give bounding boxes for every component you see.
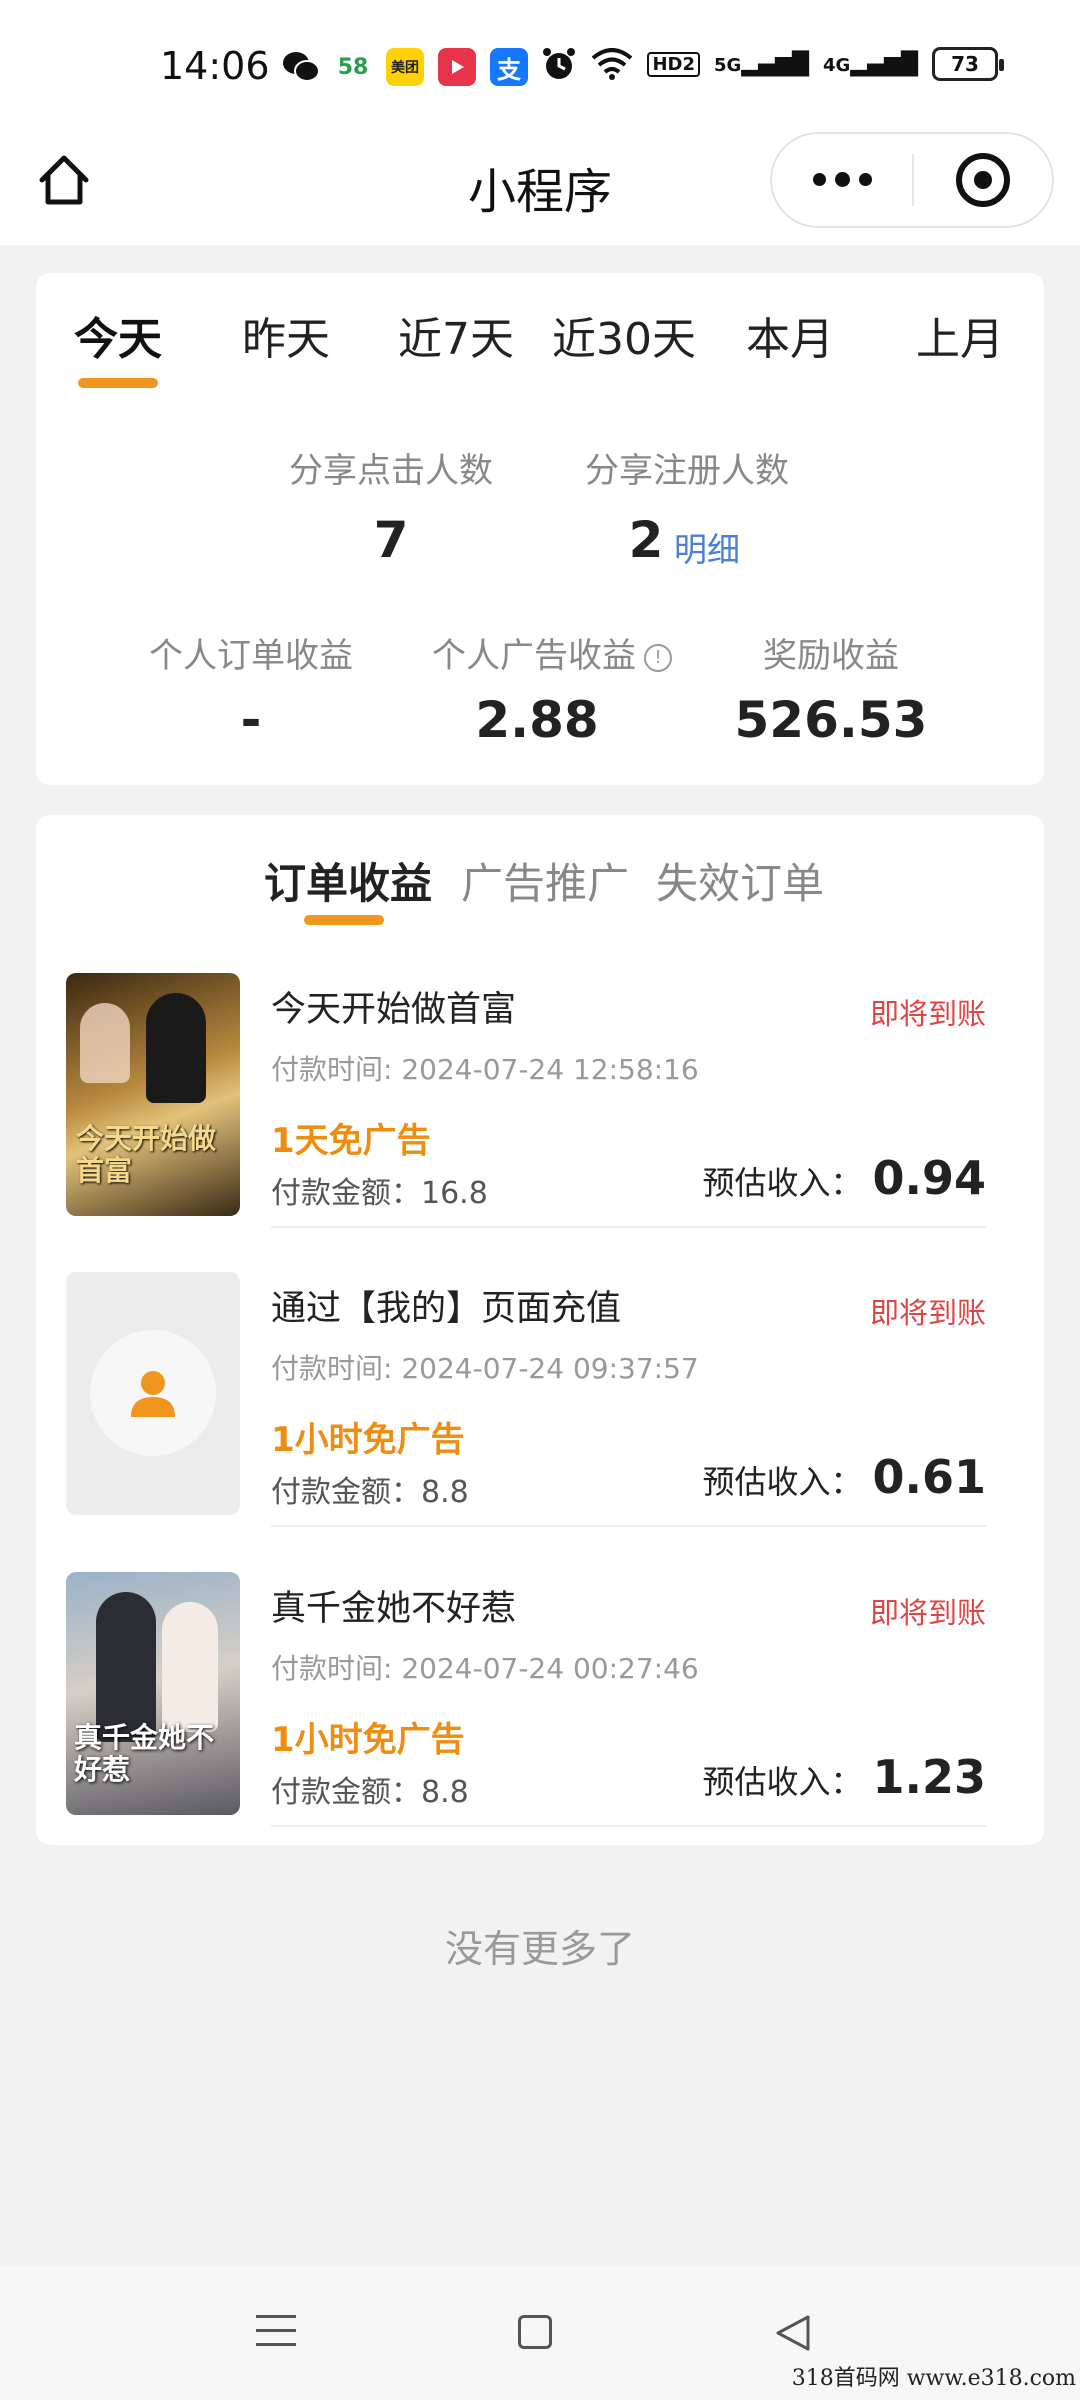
order-item[interactable]: 真千金她不好惹 真千金她不好惹 即将到账 付款时间: 2024-07-24 00…	[66, 1572, 1016, 1842]
order-income: 预估收入： 1.23	[702, 1750, 986, 1804]
order-tag: 1小时免广告	[271, 1720, 465, 1760]
more-options-icon[interactable]	[772, 172, 912, 187]
order-item[interactable]: 今天开始做首富 今天开始做首富 即将到账 付款时间: 2024-07-24 12…	[66, 973, 1016, 1243]
tab-7-days[interactable]: 近7天	[398, 303, 514, 367]
order-title: 今天开始做首富	[271, 990, 517, 1030]
tab-30-days[interactable]: 近30天	[552, 303, 696, 367]
reward-income-label: 奖励收益	[763, 636, 899, 676]
order-tag: 1天免广告	[271, 1121, 431, 1161]
close-mini-program-button[interactable]	[914, 153, 1052, 207]
ad-income-label: 个人广告收益!	[412, 628, 692, 677]
tab-today[interactable]: 今天	[74, 303, 162, 367]
status-right-icons: HD2 5G▂▄▆█ 4G▂▄▆█ 73	[541, 46, 1004, 82]
share-click-label: 分享点击人数	[289, 451, 493, 491]
order-income: 预估收入： 0.61	[702, 1450, 986, 1504]
tab-this-month[interactable]: 本月	[746, 303, 834, 367]
tab-ad-promotion[interactable]: 广告推广	[461, 850, 629, 911]
orders-card: 订单收益 广告推广 失效订单 今天开始做首富 今天开始做首富 即将到账 付款时间…	[36, 815, 1044, 1845]
tab-active-indicator	[78, 378, 158, 388]
tab-last-month[interactable]: 上月	[916, 303, 1004, 367]
order-amount: 付款金额：8.8	[271, 1775, 469, 1810]
share-register-label: 分享注册人数	[585, 451, 789, 491]
order-income-value: -	[240, 691, 262, 749]
cover-title-art: 真千金她不好惹	[74, 1721, 215, 1786]
status-bar: 14:06 58 美团 支 HD2 5G▂▄▆█ 4G▂▄▆█ 73	[0, 0, 1080, 130]
alipay-icon: 支	[490, 48, 528, 86]
order-time: 付款时间: 2024-07-24 12:58:16	[271, 1053, 699, 1086]
58-icon: 58	[334, 48, 372, 86]
order-divider	[271, 1226, 986, 1228]
order-amount: 付款金额：16.8	[271, 1176, 488, 1211]
battery-icon: 73	[932, 47, 1004, 81]
back-icon[interactable]	[774, 2313, 812, 2357]
status-app-icons: 58 美团 支	[282, 48, 528, 86]
tab-yesterday[interactable]: 昨天	[242, 303, 330, 367]
ad-income-value: 2.88	[475, 691, 599, 749]
default-avatar-image	[66, 1272, 240, 1515]
stats-card: 今天 昨天 近7天 近30天 本月 上月 分享点击人数 7 分享注册人数 2 明…	[36, 273, 1044, 785]
signal-4g-icon: 4G▂▄▆█	[823, 51, 918, 77]
user-icon	[90, 1330, 216, 1456]
watermark: 318首码网 www.e318.com	[791, 2366, 1076, 2391]
wechat-icon	[282, 48, 320, 86]
order-status: 即将到账	[869, 1296, 986, 1330]
video-icon	[438, 48, 476, 86]
wifi-icon	[592, 48, 633, 80]
order-status: 即将到账	[869, 1596, 986, 1630]
order-time: 付款时间: 2024-07-24 00:27:46	[271, 1652, 699, 1685]
capsule-menu	[770, 132, 1054, 228]
status-time: 14:06	[160, 44, 270, 88]
home-button-icon[interactable]	[518, 2315, 552, 2349]
order-status: 即将到账	[869, 997, 986, 1031]
no-more-text: 没有更多了	[444, 1927, 635, 1971]
tab-invalid-orders[interactable]: 失效订单	[656, 850, 824, 911]
drama-cover-image: 今天开始做首富	[66, 973, 240, 1216]
signal-5g-icon: 5G▂▄▆█	[714, 51, 809, 77]
cover-title-art: 今天开始做首富	[76, 1122, 217, 1187]
target-icon	[956, 153, 1010, 207]
order-divider	[271, 1525, 986, 1527]
reward-income-value: 526.53	[734, 691, 928, 749]
mini-program-navbar: 小程序	[0, 130, 1080, 245]
info-icon[interactable]: !	[644, 643, 672, 672]
order-time: 付款时间: 2024-07-24 09:37:57	[271, 1352, 699, 1385]
drama-cover-image: 真千金她不好惹	[66, 1572, 240, 1815]
order-item[interactable]: 通过【我的】页面充值 即将到账 付款时间: 2024-07-24 09:37:5…	[66, 1272, 1016, 1542]
order-divider	[271, 1825, 986, 1827]
share-click-value: 7	[373, 511, 409, 569]
detail-link[interactable]: 明细	[674, 523, 740, 571]
hd-icon: HD2	[647, 51, 700, 77]
order-income: 预估收入： 0.94	[702, 1151, 986, 1205]
recent-apps-icon[interactable]	[256, 2315, 296, 2357]
alarm-icon	[543, 48, 576, 79]
order-amount: 付款金额：8.8	[271, 1475, 469, 1510]
order-income-label: 个人订单收益	[149, 636, 353, 676]
meituan-icon: 美团	[386, 48, 424, 86]
order-title: 通过【我的】页面充值	[271, 1289, 622, 1329]
order-tab-indicator	[304, 915, 384, 925]
order-tag: 1小时免广告	[271, 1420, 465, 1460]
order-title: 真千金她不好惹	[271, 1589, 517, 1629]
tab-order-income[interactable]: 订单收益	[264, 850, 432, 911]
